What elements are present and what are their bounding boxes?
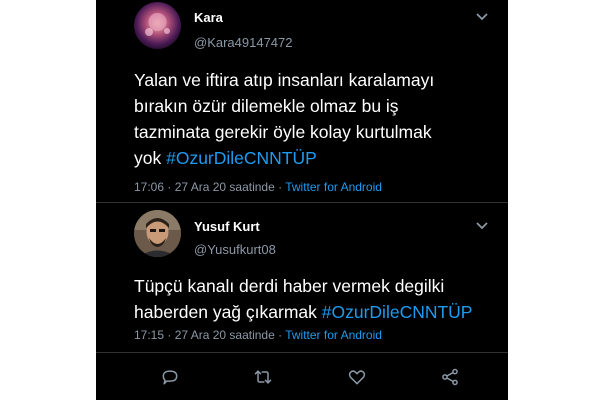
reply-icon[interactable] bbox=[159, 366, 181, 388]
author-handle[interactable]: @Kara49147472 bbox=[194, 35, 293, 50]
author-name[interactable]: Yusuf Kurt bbox=[194, 219, 260, 234]
tweet-divider bbox=[96, 202, 508, 203]
tweet-text-word: yok bbox=[134, 148, 162, 168]
chevron-down-icon[interactable] bbox=[476, 222, 488, 230]
tweet-thread-screen: Kara @Kara49147472 Yalan ve iftira atıp … bbox=[96, 0, 508, 400]
hashtag-link[interactable]: #OzurDileCNNTÜP bbox=[166, 148, 317, 168]
tweet-text-line-last: haberden yağ çıkarmak #OzurDileCNNTÜP bbox=[134, 299, 474, 325]
tweet-action-bar bbox=[96, 362, 508, 392]
share-icon[interactable] bbox=[439, 366, 461, 388]
action-bar-divider bbox=[96, 352, 508, 353]
tweet-meta: 17:15 · 27 Ara 20 saatinde · Twitter for… bbox=[134, 328, 382, 342]
author-handle[interactable]: @Yusufkurt08 bbox=[194, 242, 276, 257]
hashtag-link[interactable]: #OzurDileCNNTÜP bbox=[322, 302, 473, 322]
like-icon[interactable] bbox=[346, 366, 368, 388]
tweet-timestamp: 17:06 · 27 Ara 20 saatinde · bbox=[134, 180, 286, 194]
retweet-icon[interactable] bbox=[252, 366, 274, 388]
tweet-text-line: Yalan ve iftira atıp insanları karalamay… bbox=[134, 70, 435, 90]
avatar-yusuf-kurt[interactable] bbox=[134, 210, 181, 257]
tweet-meta: 17:06 · 27 Ara 20 saatinde · Twitter for… bbox=[134, 180, 382, 194]
tweet-source-link[interactable]: Twitter for Android bbox=[285, 328, 382, 342]
avatar-kara[interactable] bbox=[134, 2, 181, 49]
avatar-image bbox=[134, 2, 181, 49]
tweet-text-line-last: yok #OzurDileCNNTÜP bbox=[134, 145, 474, 171]
tweet-text-line: bırakın özür dilemekle olmaz bu iş bbox=[134, 96, 399, 116]
tweet-timestamp: 17:15 · 27 Ara 20 saatinde · bbox=[134, 328, 286, 342]
tweet-text: Yalan ve iftira atıp insanları karalamay… bbox=[134, 67, 474, 171]
tweet-text-word: haberden yağ çıkarmak bbox=[134, 302, 317, 322]
avatar-image bbox=[134, 210, 181, 257]
tweet-text-line: tazminata gerekir öyle kolay kurtulmak bbox=[134, 122, 432, 142]
tweet-text-line: Tüpçü kanalı derdi haber vermek degilki bbox=[134, 276, 445, 296]
chevron-down-icon[interactable] bbox=[476, 13, 488, 21]
tweet-text: Tüpçü kanalı derdi haber vermek degilki … bbox=[134, 273, 474, 325]
author-name[interactable]: Kara bbox=[194, 10, 223, 25]
tweet-source-link[interactable]: Twitter for Android bbox=[285, 180, 382, 194]
